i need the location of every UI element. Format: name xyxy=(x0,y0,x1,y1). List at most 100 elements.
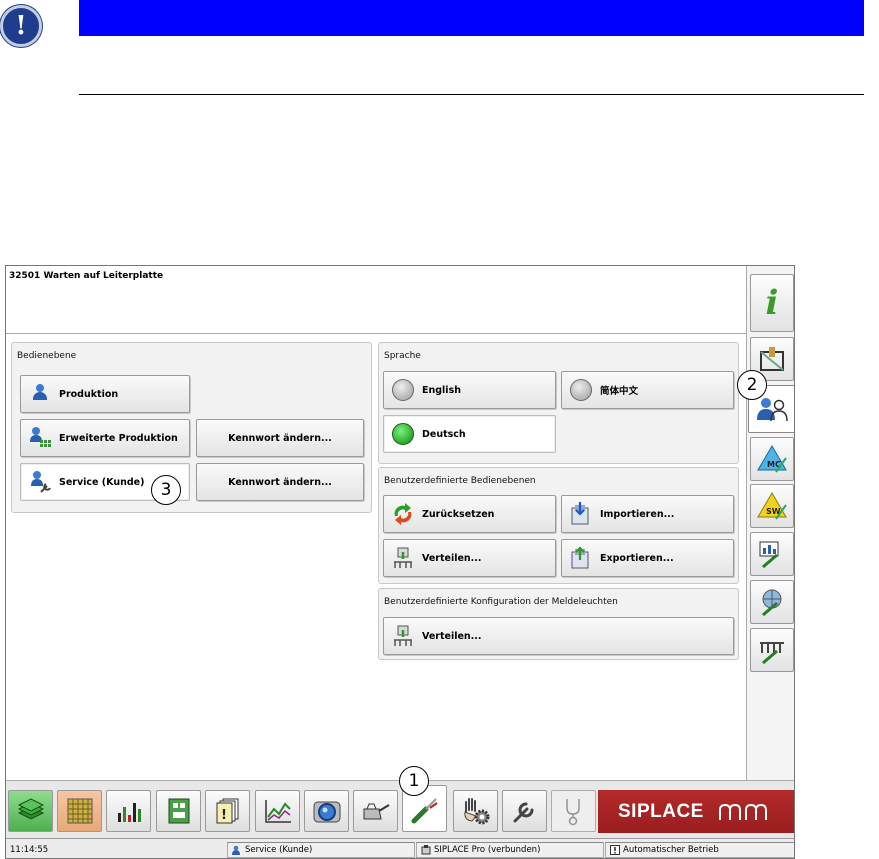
svg-text:!: ! xyxy=(221,808,227,823)
importieren-button[interactable]: Importieren... xyxy=(561,495,734,533)
radio-off-icon xyxy=(568,377,594,403)
user-wrench-icon xyxy=(27,469,53,495)
exportieren-button[interactable]: Exportieren... xyxy=(561,539,734,577)
sw-icon: SW xyxy=(757,492,787,520)
service-tools-tab-button[interactable] xyxy=(502,790,547,832)
erweiterte-produktion-button[interactable]: Erweiterte Produktion xyxy=(20,419,190,457)
pcb-tab-button[interactable] xyxy=(156,790,201,832)
users-icon xyxy=(757,398,788,422)
diagnosis-tab-button[interactable] xyxy=(551,790,596,832)
service-label: Service (Kunde) xyxy=(59,476,145,488)
mode-text: Automatischer Betrieb xyxy=(623,845,719,855)
bedienebene-group: Bedienebene Produktion Erweiterte Produk… xyxy=(11,342,372,513)
verteilen-label: Verteilen... xyxy=(422,552,482,564)
bar-chart-tab-button[interactable] xyxy=(106,790,151,832)
status-connection: SIPLACE Pro (verbunden) xyxy=(416,842,604,858)
board-tab-button[interactable] xyxy=(57,790,102,832)
exclamation-icon: ! xyxy=(0,5,42,47)
info-icon: i xyxy=(765,283,779,323)
zuruecksetzen-label: Zurücksetzen xyxy=(422,508,495,520)
sprache-title: Sprache xyxy=(384,351,421,361)
deutsch-button[interactable]: Deutsch xyxy=(383,415,556,453)
alert-icon xyxy=(610,845,620,855)
callout-3: 3 xyxy=(151,475,181,505)
callout-2: 2 xyxy=(737,370,767,400)
meldeleuchten-title: Benutzerdefinierte Konfiguration der Mel… xyxy=(384,597,618,607)
siplace-screen: 32501 Warten auf Leiterplatte Bedieneben… xyxy=(5,265,795,859)
pcb-icon xyxy=(168,798,189,824)
messages-tab-button[interactable]: ! xyxy=(205,790,250,832)
globe-tool-icon xyxy=(762,589,782,617)
meldeleuchten-group: Benutzerdefinierte Konfiguration der Mel… xyxy=(378,588,739,660)
feeder-tool-icon xyxy=(760,642,784,665)
header-rule xyxy=(79,94,864,95)
importieren-label: Importieren... xyxy=(600,508,675,520)
connection-icon xyxy=(421,845,431,855)
chinese-button[interactable]: 简体中文 xyxy=(561,371,734,409)
camera-lens-icon xyxy=(313,801,340,823)
siplace-waves-icon xyxy=(718,803,767,820)
distribute-icon xyxy=(390,545,416,571)
oil-can-icon xyxy=(363,803,390,820)
user-icon xyxy=(27,381,53,407)
time-text: 11:14:55 xyxy=(10,845,49,855)
camera-tab-button[interactable] xyxy=(304,790,349,832)
import-icon xyxy=(568,501,594,527)
production-tab-button[interactable] xyxy=(8,790,53,832)
english-button[interactable]: English xyxy=(383,371,556,409)
network-sidebar-button[interactable] xyxy=(750,580,794,624)
distribute-icon xyxy=(390,623,416,649)
message-bar: 32501 Warten auf Leiterplatte xyxy=(6,266,746,334)
status-time: 11:14:55 xyxy=(6,842,226,858)
document-header: ! xyxy=(0,0,879,100)
header-blue-bar xyxy=(79,0,864,36)
callout-1: 1 xyxy=(399,766,429,796)
radio-on-icon xyxy=(390,421,416,447)
kennwort-aendern-button-1[interactable]: Kennwort ändern... xyxy=(196,419,364,457)
sprache-group: Sprache English 简体中文 Deutsch xyxy=(378,342,739,464)
chart-tool-icon xyxy=(759,541,779,569)
produktion-label: Produktion xyxy=(59,388,119,400)
mc-icon: MC xyxy=(757,445,787,473)
line-chart-icon xyxy=(264,800,291,823)
benutzer-ebenen-title: Benutzerdefinierte Bedienebenen xyxy=(384,476,536,486)
user-text: Service (Kunde) xyxy=(245,845,313,855)
feeder-sidebar-button[interactable] xyxy=(750,628,794,672)
meldeleuchten-verteilen-label: Verteilen... xyxy=(422,630,482,642)
chinese-label: 简体中文 xyxy=(600,386,639,397)
software-sidebar-button[interactable]: SW xyxy=(750,484,794,528)
produktion-button[interactable]: Produktion xyxy=(20,375,190,413)
logo-text: SIPLACE xyxy=(618,800,704,822)
manual-operation-tab-button[interactable] xyxy=(453,790,498,832)
zuruecksetzen-button[interactable]: Zurücksetzen xyxy=(383,495,556,533)
statistics-sidebar-button[interactable] xyxy=(750,532,794,576)
meldeleuchten-verteilen-button[interactable]: Verteilen... xyxy=(383,617,734,655)
kennwort-aendern-button-2[interactable]: Kennwort ändern... xyxy=(196,463,364,501)
user-icon xyxy=(232,845,240,855)
verteilen-button[interactable]: Verteilen... xyxy=(383,539,556,577)
reset-arrows-icon xyxy=(390,501,416,527)
machine-config-sidebar-button[interactable]: MC xyxy=(750,437,794,481)
right-sidebar: i MC SW xyxy=(746,266,794,780)
benutzerdefinierte-bedienebenen-group: Benutzerdefinierte Bedienebenen Zurückse… xyxy=(378,467,739,584)
bar-chart-icon xyxy=(117,803,141,822)
message-text: 32501 Warten auf Leiterplatte xyxy=(9,271,164,281)
status-bar: 11:14:55 Service (Kunde) SIPLACE Pro (ve… xyxy=(6,838,794,858)
stethoscope-icon xyxy=(565,799,580,826)
status-mode: Automatischer Betrieb xyxy=(605,842,794,858)
bedienebene-title: Bedienebene xyxy=(17,351,77,361)
status-user: Service (Kunde) xyxy=(227,842,415,858)
wrench-icon xyxy=(513,802,533,823)
deutsch-label: Deutsch xyxy=(422,428,466,440)
message-pages-icon: ! xyxy=(216,798,238,824)
trend-tab-button[interactable] xyxy=(255,790,300,832)
oil-tab-button[interactable] xyxy=(353,790,398,832)
user-grid-icon xyxy=(27,425,53,451)
english-label: English xyxy=(422,384,461,396)
screwdriver-icon xyxy=(411,797,438,823)
hand-gear-icon xyxy=(463,798,489,825)
siplace-logo: SIPLACE xyxy=(598,790,794,833)
grid-board-icon xyxy=(67,798,92,824)
info-sidebar-button[interactable]: i xyxy=(750,274,794,332)
radio-off-icon xyxy=(390,377,416,403)
